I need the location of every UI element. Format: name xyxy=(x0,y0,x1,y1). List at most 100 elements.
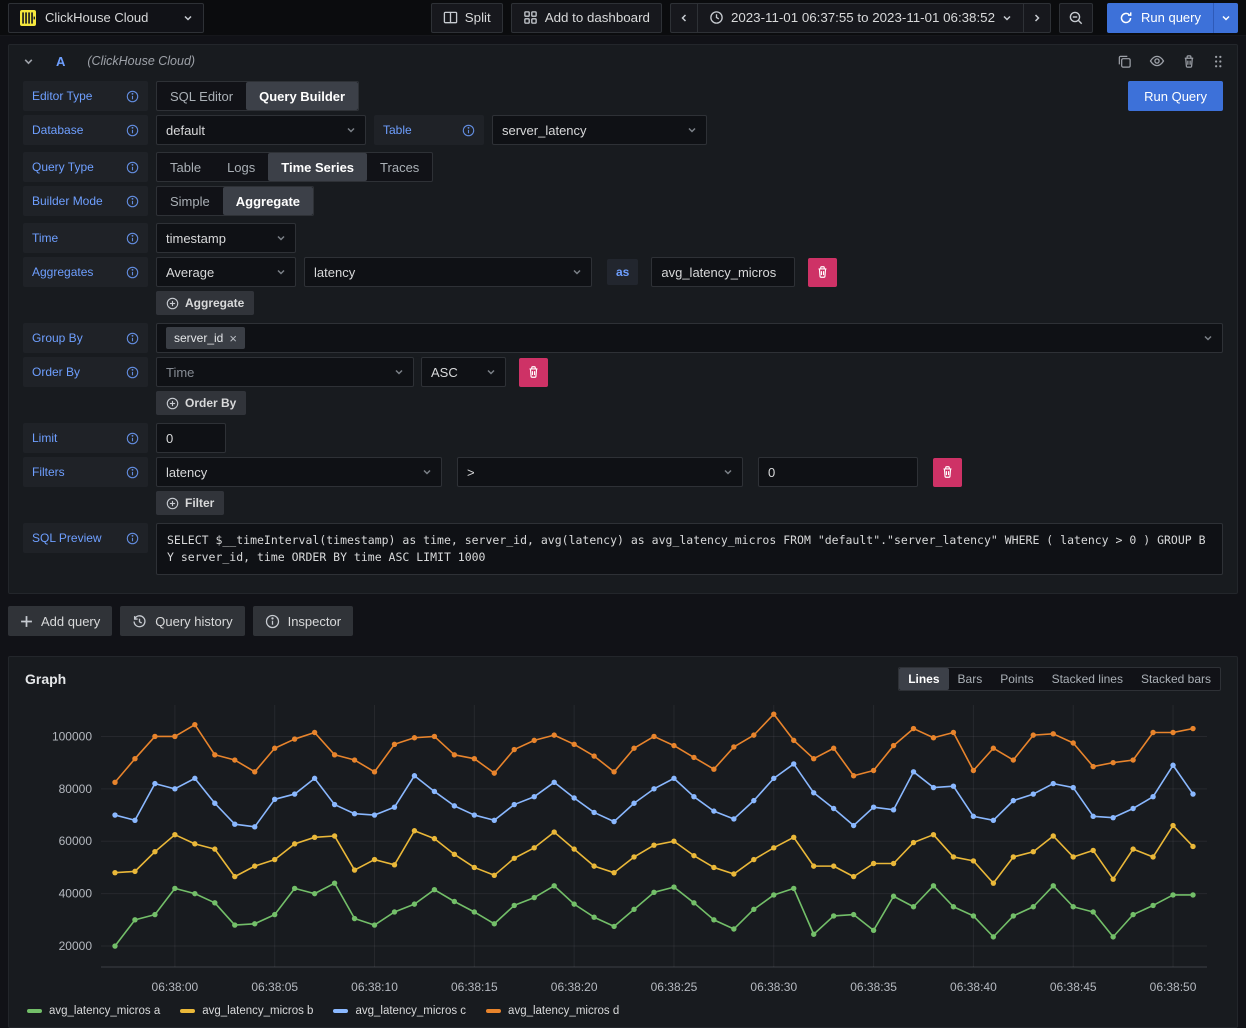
editor-type-query-builder[interactable]: Query Builder xyxy=(246,82,358,110)
history-icon xyxy=(132,614,147,629)
query-type-table[interactable]: Table xyxy=(157,153,214,181)
group-by-label: Group By xyxy=(23,323,148,353)
order-by-direction-select[interactable]: ASC xyxy=(421,357,506,387)
database-label: Database xyxy=(23,115,148,145)
delete-query-icon[interactable] xyxy=(1182,54,1196,69)
database-select[interactable]: default xyxy=(156,115,366,145)
split-button[interactable]: Split xyxy=(431,3,503,33)
svg-text:06:38:35: 06:38:35 xyxy=(850,980,897,994)
info-icon[interactable] xyxy=(126,466,139,479)
duplicate-query-icon[interactable] xyxy=(1117,54,1132,69)
remove-aggregate-button[interactable] xyxy=(808,258,837,287)
run-query-split-button: Run query xyxy=(1107,3,1238,33)
legend-item[interactable]: avg_latency_micros b xyxy=(180,1005,313,1017)
database-table-row: Database default Table server_latency xyxy=(23,115,1223,145)
query-builder-form: Run Query Editor Type SQL Editor Query B… xyxy=(9,77,1237,593)
info-icon[interactable] xyxy=(126,266,139,279)
aggregates-row: Aggregates Average latency as xyxy=(23,257,1223,287)
run-query-dropdown-toggle[interactable] xyxy=(1213,3,1238,33)
aggregates-label: Aggregates xyxy=(23,257,148,287)
chevron-down-icon xyxy=(183,13,193,23)
graph-mode-bars[interactable]: Bars xyxy=(949,668,992,690)
add-filter-button[interactable]: Filter xyxy=(156,491,224,515)
query-row-header[interactable]: A (ClickHouse Cloud) xyxy=(9,45,1237,77)
run-query-editor-button[interactable]: Run Query xyxy=(1128,81,1223,111)
svg-text:06:38:40: 06:38:40 xyxy=(950,980,997,994)
drag-handle-icon[interactable] xyxy=(1213,54,1223,69)
table-select[interactable]: server_latency xyxy=(492,115,707,145)
query-history-button[interactable]: Query history xyxy=(120,606,244,636)
time-shift-back-button[interactable] xyxy=(670,3,697,33)
run-query-button[interactable]: Run query xyxy=(1107,3,1213,33)
time-range-picker[interactable]: 2023-11-01 06:37:55 to 2023-11-01 06:38:… xyxy=(697,3,1023,33)
chevron-down-icon xyxy=(1221,13,1231,23)
query-footer-actions: Add query Query history Inspector xyxy=(8,606,1238,636)
query-datasource-hint: (ClickHouse Cloud) xyxy=(87,54,195,68)
info-icon[interactable] xyxy=(126,532,139,545)
remove-filter-button[interactable] xyxy=(933,458,962,487)
add-to-dashboard-button[interactable]: Add to dashboard xyxy=(511,3,662,33)
info-icon[interactable] xyxy=(126,124,139,137)
editor-type-sql-editor[interactable]: SQL Editor xyxy=(157,82,246,110)
filter-operator-select[interactable]: > xyxy=(457,457,743,487)
filters-row: Filters latency > xyxy=(23,457,1223,487)
collapse-chevron-icon[interactable] xyxy=(23,56,34,67)
datasource-name: ClickHouse Cloud xyxy=(45,10,148,25)
aggregate-function-select[interactable]: Average xyxy=(156,257,296,287)
latency-chart[interactable]: 2000040000600008000010000006:38:0006:38:… xyxy=(25,695,1221,1001)
query-type-row: Query Type Table Logs Time Series Traces xyxy=(23,152,1223,182)
info-icon[interactable] xyxy=(126,232,139,245)
inspector-button[interactable]: Inspector xyxy=(253,606,353,636)
filter-column-select[interactable]: latency xyxy=(156,457,442,487)
chevron-right-icon xyxy=(1032,13,1042,23)
graph-title: Graph xyxy=(25,671,66,687)
datasource-picker[interactable]: ClickHouse Cloud xyxy=(8,3,204,33)
remove-tag-icon[interactable]: × xyxy=(229,332,237,345)
info-icon[interactable] xyxy=(126,432,139,445)
time-shift-forward-button[interactable] xyxy=(1023,3,1051,33)
info-icon[interactable] xyxy=(126,90,139,103)
zoom-out-time-button[interactable] xyxy=(1059,3,1093,33)
graph-mode-stacked-lines[interactable]: Stacked lines xyxy=(1043,668,1132,690)
query-editor-panel: A (ClickHouse Cloud) Run Query Editor Ty… xyxy=(8,44,1238,594)
legend-item[interactable]: avg_latency_micros a xyxy=(27,1005,160,1017)
builder-mode-aggregate[interactable]: Aggregate xyxy=(223,187,313,215)
graph-mode-stacked-bars[interactable]: Stacked bars xyxy=(1132,668,1220,690)
add-query-button[interactable]: Add query xyxy=(8,606,112,636)
clickhouse-logo-icon xyxy=(19,9,37,27)
svg-text:40000: 40000 xyxy=(59,887,93,901)
query-ref-id: A xyxy=(56,54,65,69)
query-type-time-series[interactable]: Time Series xyxy=(268,153,367,181)
info-icon[interactable] xyxy=(126,195,139,208)
builder-mode-simple[interactable]: Simple xyxy=(157,187,223,215)
toggle-visibility-icon[interactable] xyxy=(1149,53,1165,69)
filter-value-input[interactable] xyxy=(758,457,918,487)
time-label: Time xyxy=(23,223,148,253)
aggregate-alias-input[interactable] xyxy=(651,257,795,287)
query-type-switch: Table Logs Time Series Traces xyxy=(156,152,433,182)
add-order-by-button[interactable]: Order By xyxy=(156,391,246,415)
editor-type-switch: SQL Editor Query Builder xyxy=(156,81,359,111)
info-icon[interactable] xyxy=(462,124,475,137)
group-by-multiselect[interactable]: server_id × xyxy=(156,323,1223,353)
query-type-traces[interactable]: Traces xyxy=(367,153,432,181)
aggregate-column-select[interactable]: latency xyxy=(304,257,592,287)
info-icon[interactable] xyxy=(126,332,139,345)
info-icon[interactable] xyxy=(126,161,139,174)
info-icon[interactable] xyxy=(126,366,139,379)
graph-mode-lines[interactable]: Lines xyxy=(899,668,948,690)
table-label: Table xyxy=(374,115,484,145)
graph-header: Graph Lines Bars Points Stacked lines St… xyxy=(25,667,1221,691)
order-by-row: Order By Time ASC xyxy=(23,357,1223,387)
legend-item[interactable]: avg_latency_micros c xyxy=(333,1005,466,1017)
query-type-logs[interactable]: Logs xyxy=(214,153,268,181)
remove-order-by-button[interactable] xyxy=(519,358,548,387)
time-column-select[interactable]: timestamp xyxy=(156,223,296,253)
order-by-field-select[interactable]: Time xyxy=(156,357,414,387)
limit-input[interactable] xyxy=(156,423,226,453)
legend-item[interactable]: avg_latency_micros d xyxy=(486,1005,619,1017)
svg-text:06:38:00: 06:38:00 xyxy=(152,980,199,994)
graph-mode-points[interactable]: Points xyxy=(991,668,1042,690)
add-aggregate-button[interactable]: Aggregate xyxy=(156,291,254,315)
group-by-row: Group By server_id × xyxy=(23,323,1223,353)
